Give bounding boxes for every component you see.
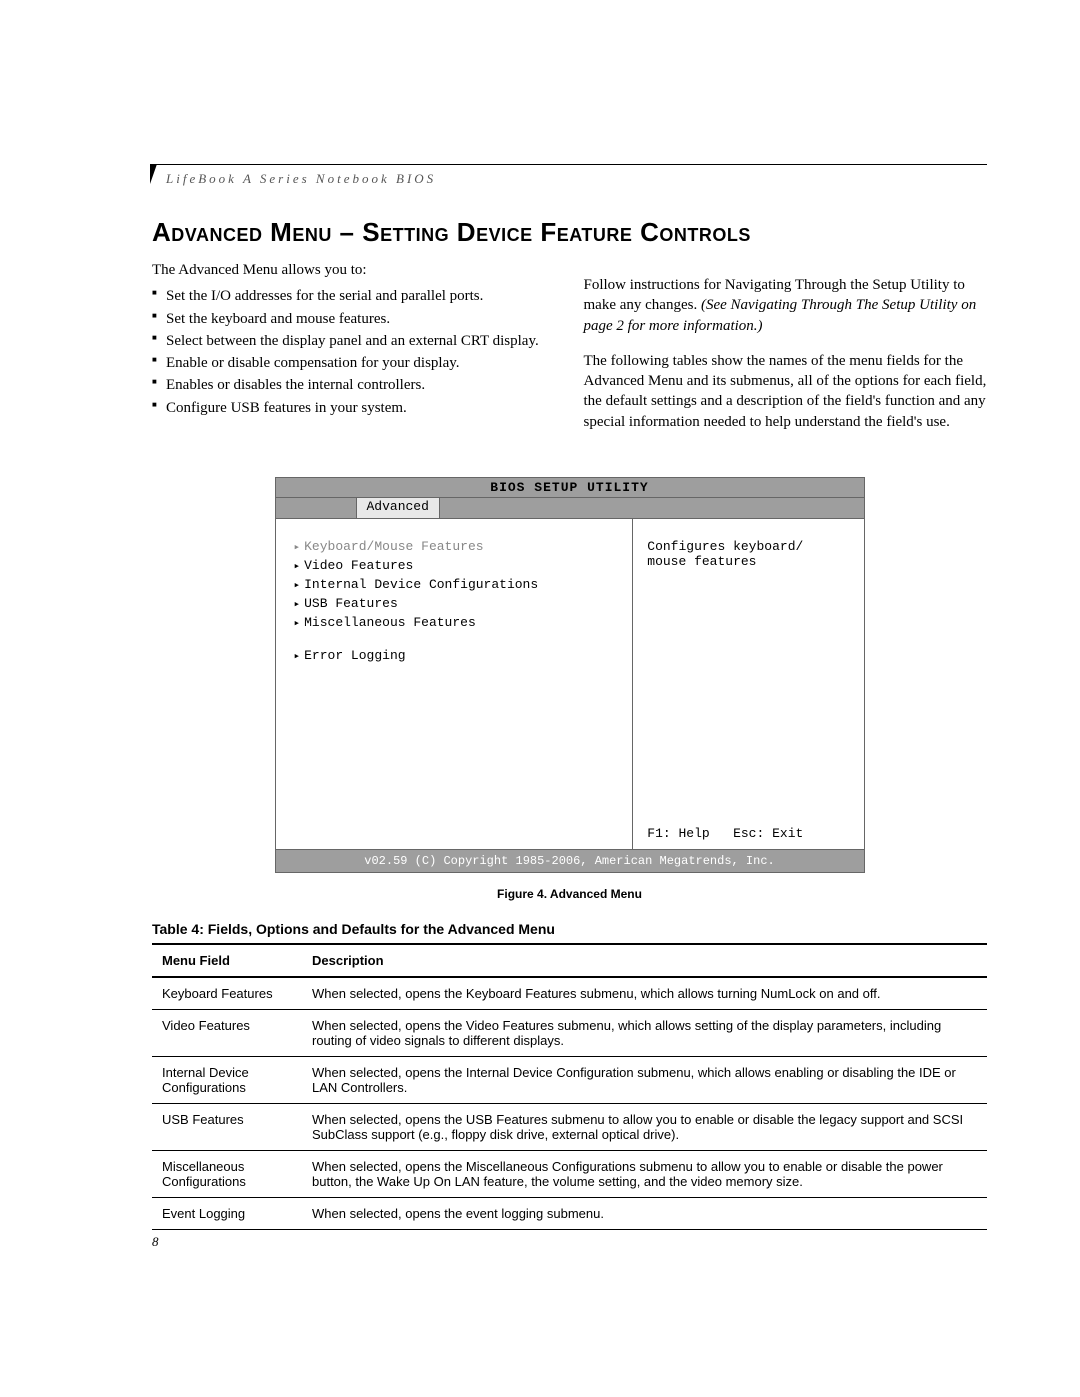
help-text: Configures keyboard/ mouse features [647,539,851,569]
nav-instruction: Follow instructions for Navigating Throu… [584,275,988,336]
bios-body: Keyboard/Mouse Features Video Features I… [276,519,864,849]
cell-field: Video Features [152,1009,302,1056]
page-content: LifeBook A Series Notebook BIOS Advanced… [152,164,987,1250]
top-rule [152,164,987,165]
cell-field: Event Logging [152,1197,302,1229]
cell-field: Keyboard Features [152,977,302,1010]
help-line: Configures keyboard/ [647,539,851,554]
tab-advanced[interactable]: Advanced [356,497,440,518]
cell-desc: When selected, opens the Video Features … [302,1009,987,1056]
list-item: Set the keyboard and mouse features. [152,309,556,329]
intro-text: The Advanced Menu allows you to: [152,260,556,280]
menu-item-error-logging[interactable]: Error Logging [294,648,621,663]
cell-desc: When selected, opens the Miscellaneous C… [302,1150,987,1197]
tab-spacer [276,498,356,518]
list-item: Configure USB features in your system. [152,398,556,418]
table-row: Keyboard Features When selected, opens t… [152,977,987,1010]
running-head: LifeBook A Series Notebook BIOS [166,171,987,187]
cell-desc: When selected, opens the event logging s… [302,1197,987,1229]
corner-triangle-icon [150,164,164,184]
cell-desc: When selected, opens the Internal Device… [302,1056,987,1103]
bios-help-panel: Configures keyboard/ mouse features F1: … [632,519,863,849]
bios-copyright: v02.59 (C) Copyright 1985-2006, American… [276,849,864,872]
cell-desc: When selected, opens the Keyboard Featur… [302,977,987,1010]
list-item: Select between the display panel and an … [152,331,556,351]
cell-field: Miscellaneous Configurations [152,1150,302,1197]
table-row: Video Features When selected, opens the … [152,1009,987,1056]
feature-list: Set the I/O addresses for the serial and… [152,286,556,418]
intro-columns: The Advanced Menu allows you to: Set the… [152,260,987,447]
list-item: Enable or disable compensation for your … [152,353,556,373]
menu-item-keyboard-mouse[interactable]: Keyboard/Mouse Features [294,539,621,554]
bios-screenshot: BIOS SETUP UTILITY Advanced Keyboard/Mou… [275,477,865,873]
th-menu-field: Menu Field [152,944,302,977]
menu-item-misc[interactable]: Miscellaneous Features [294,615,621,630]
right-column: Follow instructions for Navigating Throu… [584,260,988,447]
list-item: Set the I/O addresses for the serial and… [152,286,556,306]
th-description: Description [302,944,987,977]
menu-item-internal-device[interactable]: Internal Device Configurations [294,577,621,592]
cell-field: USB Features [152,1103,302,1150]
table-row: USB Features When selected, opens the US… [152,1103,987,1150]
table-caption: Table 4: Fields, Options and Defaults fo… [152,921,987,937]
tables-description: The following tables show the names of t… [584,351,988,432]
figure-caption: Figure 4. Advanced Menu [152,887,987,901]
list-item: Enables or disables the internal control… [152,375,556,395]
bios-key-hints: F1: Help Esc: Exit [647,826,851,841]
menu-item-usb[interactable]: USB Features [294,596,621,611]
bios-menu-panel: Keyboard/Mouse Features Video Features I… [276,519,633,849]
table-row: Miscellaneous Configurations When select… [152,1150,987,1197]
left-column: The Advanced Menu allows you to: Set the… [152,260,556,447]
bios-tab-bar: Advanced [276,498,864,519]
table-row: Internal Device Configurations When sele… [152,1056,987,1103]
help-line: mouse features [647,554,851,569]
page-number: 8 [152,1234,987,1250]
table-row: Event Logging When selected, opens the e… [152,1197,987,1229]
menu-item-video[interactable]: Video Features [294,558,621,573]
options-table: Menu Field Description Keyboard Features… [152,943,987,1230]
document-page: LifeBook A Series Notebook BIOS Advanced… [0,0,1080,1397]
bios-window: BIOS SETUP UTILITY Advanced Keyboard/Mou… [275,477,865,873]
page-title: Advanced Menu – Setting Device Feature C… [152,217,987,248]
cell-desc: When selected, opens the USB Features su… [302,1103,987,1150]
cell-field: Internal Device Configurations [152,1056,302,1103]
bios-title: BIOS SETUP UTILITY [276,478,864,498]
